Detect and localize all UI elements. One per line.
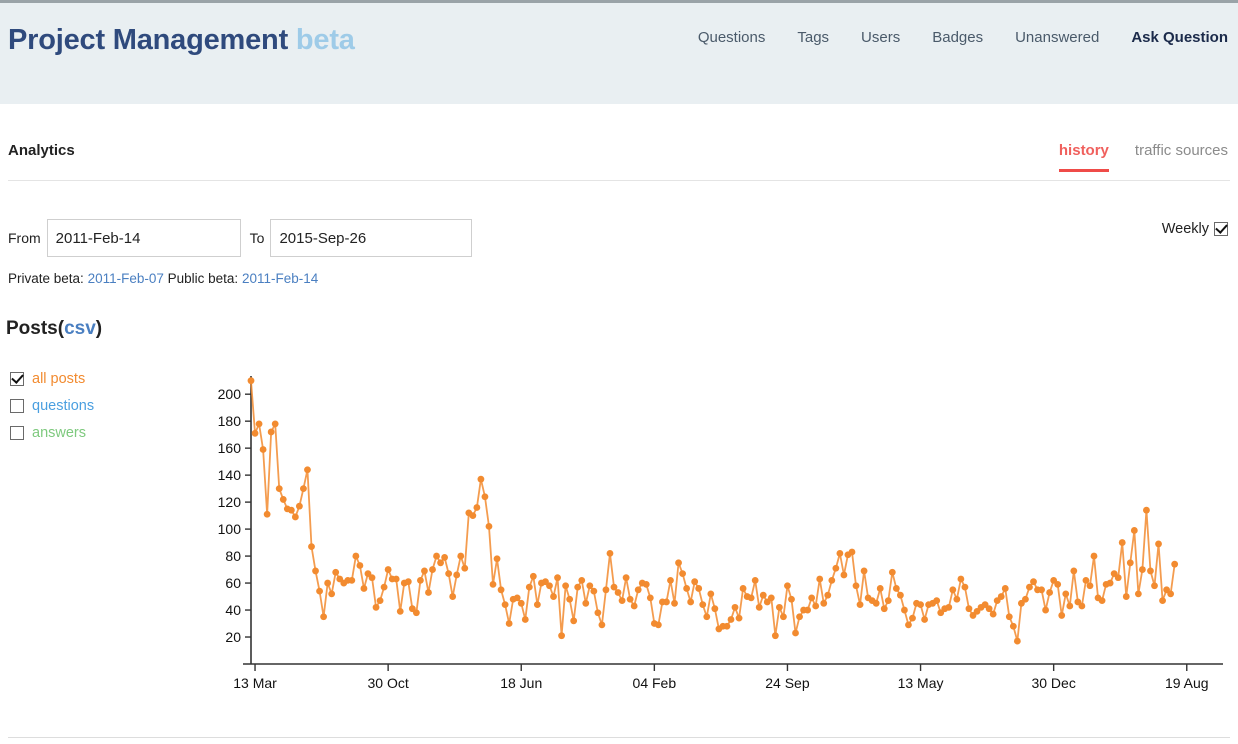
nav-link-unanswered[interactable]: Unanswered: [999, 29, 1115, 46]
date-range-controls: From To: [8, 219, 473, 257]
svg-text:40: 40: [225, 602, 241, 618]
series-legend: all posts questions answers: [10, 371, 94, 441]
analytics-tabs: history traffic sources: [1058, 142, 1228, 172]
page-title: Analytics: [8, 142, 75, 159]
svg-text:30 Dec: 30 Dec: [1031, 675, 1075, 691]
weekly-toggle[interactable]: Weekly: [1162, 221, 1228, 237]
footer-divider: [8, 737, 1230, 738]
legend-item-questions[interactable]: questions: [10, 398, 94, 414]
public-beta-date-link[interactable]: 2011-Feb-14: [242, 271, 318, 286]
from-date-input[interactable]: [46, 219, 241, 257]
beta-dates-line: Private beta: 2011-Feb-07 Public beta: 2…: [8, 271, 318, 286]
svg-text:100: 100: [218, 521, 242, 537]
posts-history-chart: 20 40 60 80 100 120 140 160 180 200 13 Mar 30 Oct 18…: [205, 362, 1225, 712]
svg-text:180: 180: [218, 413, 242, 429]
svg-text:13 May: 13 May: [898, 675, 944, 691]
nav-link-ask-question[interactable]: Ask Question: [1115, 29, 1232, 46]
private-beta-date-link[interactable]: 2011-Feb-07: [88, 271, 164, 286]
private-beta-label: Private beta:: [8, 271, 84, 286]
to-date-input[interactable]: [270, 219, 473, 257]
svg-text:200: 200: [218, 386, 242, 402]
all-posts-checkbox[interactable]: [10, 372, 24, 386]
to-label: To: [249, 230, 265, 246]
from-label: From: [8, 230, 41, 246]
weekly-label: Weekly: [1161, 221, 1209, 237]
weekly-checkbox[interactable]: [1214, 222, 1228, 236]
posts-heading-text: Posts: [6, 318, 58, 339]
site-header: Project Management beta Questions Tags U…: [0, 0, 1238, 104]
svg-text:19 Aug: 19 Aug: [1165, 675, 1209, 691]
svg-text:24 Sep: 24 Sep: [765, 675, 810, 691]
posts-chart-svg: 20 40 60 80 100 120 140 160 180 200 13 Mar 30 Oct 18…: [218, 376, 1223, 691]
answers-checkbox[interactable]: [10, 426, 24, 440]
svg-text:13 Mar: 13 Mar: [233, 675, 277, 691]
nav-link-users[interactable]: Users: [845, 29, 916, 46]
site-title: Project Management beta: [8, 24, 355, 57]
legend-item-answers[interactable]: answers: [10, 425, 94, 441]
answers-label: answers: [32, 425, 86, 441]
svg-text:60: 60: [225, 575, 241, 591]
csv-paren-close: ): [95, 318, 103, 339]
svg-text:18 Jun: 18 Jun: [500, 675, 542, 691]
svg-text:20: 20: [225, 629, 241, 645]
site-beta-badge: beta: [295, 24, 355, 56]
legend-item-all-posts[interactable]: all posts: [10, 371, 94, 387]
analytics-header-row: Analytics history traffic sources: [0, 128, 1238, 180]
nav-link-tags[interactable]: Tags: [781, 29, 845, 46]
questions-checkbox[interactable]: [10, 399, 24, 413]
site-title-text: Project Management: [8, 24, 289, 56]
svg-text:30 Oct: 30 Oct: [368, 675, 409, 691]
csv-download-link[interactable]: csv: [64, 318, 96, 339]
nav-link-badges[interactable]: Badges: [916, 29, 999, 46]
svg-text:120: 120: [218, 494, 242, 510]
svg-text:140: 140: [218, 467, 242, 483]
primary-navigation: Questions Tags Users Badges Unanswered A…: [682, 29, 1232, 46]
tab-traffic-sources[interactable]: traffic sources: [1135, 142, 1228, 169]
svg-text:80: 80: [225, 548, 241, 564]
svg-text:04 Feb: 04 Feb: [633, 675, 677, 691]
svg-text:160: 160: [218, 440, 242, 456]
header-divider: [8, 180, 1230, 181]
public-beta-label: Public beta:: [167, 271, 239, 286]
analytics-page: Project Management beta Questions Tags U…: [0, 0, 1238, 744]
nav-link-questions[interactable]: Questions: [682, 29, 782, 46]
all-posts-label: all posts: [32, 371, 86, 387]
questions-label: questions: [32, 398, 95, 414]
posts-section-title: Posts(csv): [6, 318, 102, 340]
tab-history[interactable]: history: [1058, 142, 1109, 172]
